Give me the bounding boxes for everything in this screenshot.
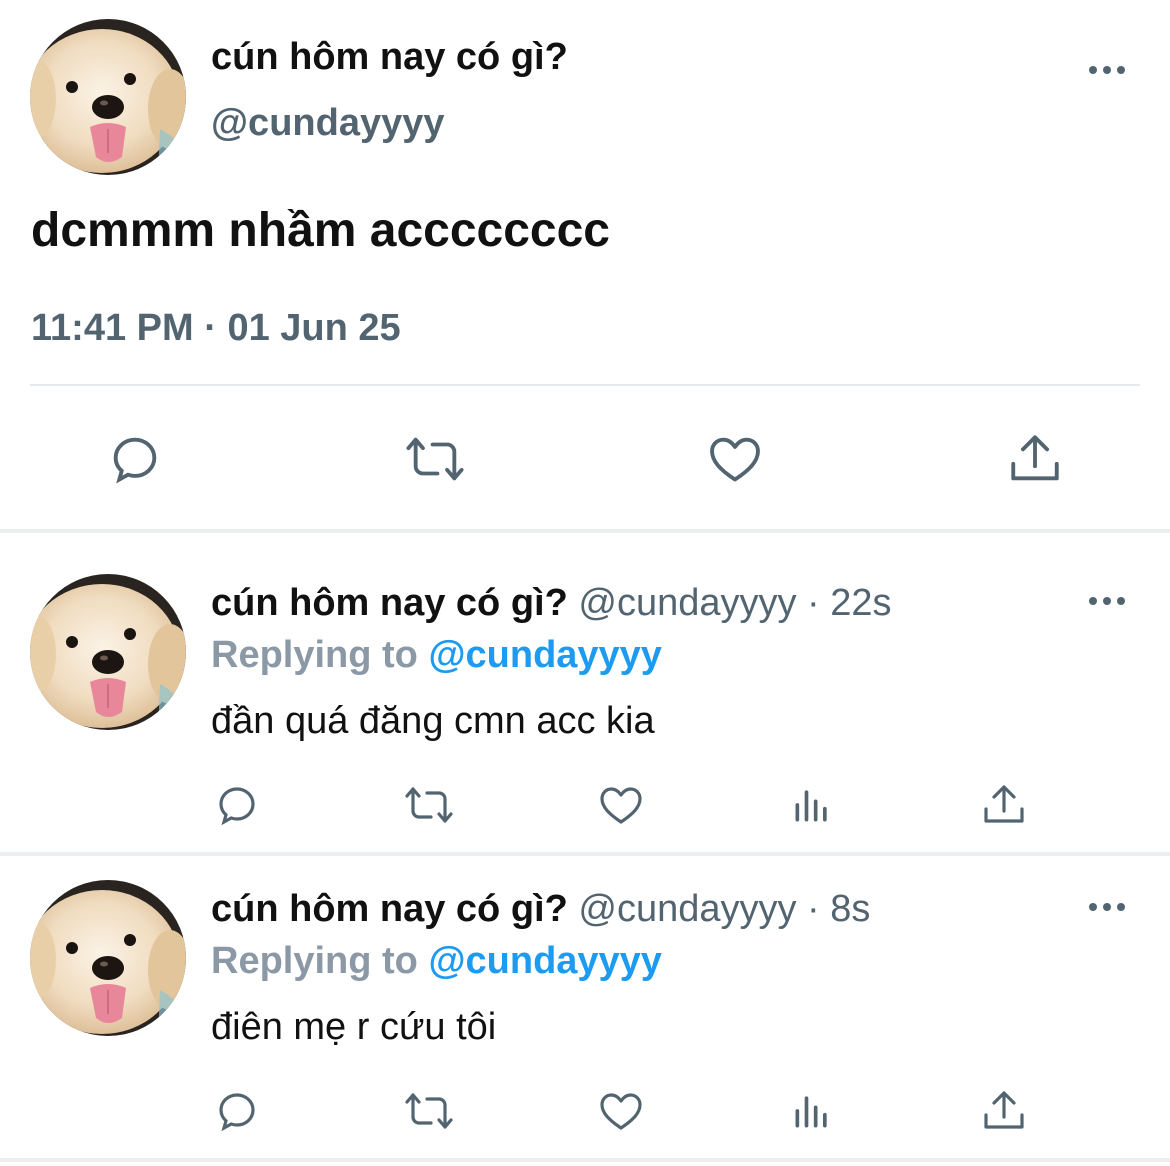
reply-button[interactable]: [213, 781, 261, 829]
reply-handle-time[interactable]: @cundayyyy · 8s: [568, 888, 870, 930]
reply-header: cún hôm nay có gì? @cundayyyy · 22s: [211, 582, 892, 625]
tweet-time: 11:41 PM: [31, 307, 194, 349]
tweet-timestamp[interactable]: 11:41 PM · 01 Jun 25: [31, 307, 401, 350]
share-button[interactable]: [980, 1087, 1028, 1135]
tweet-text: dcmmm nhầm acccccccc: [31, 204, 610, 257]
share-button[interactable]: [1006, 430, 1064, 488]
reply-mention-link[interactable]: @cundayyyy: [428, 940, 662, 982]
more-options-icon[interactable]: [1089, 597, 1125, 605]
like-button[interactable]: [705, 430, 765, 488]
more-options-icon[interactable]: [1089, 903, 1125, 911]
avatar[interactable]: [30, 880, 186, 1036]
views-button[interactable]: [790, 783, 834, 827]
reply-header: cún hôm nay có gì? @cundayyyy · 8s: [211, 888, 870, 931]
author-display-name[interactable]: cún hôm nay có gì?: [211, 36, 568, 79]
reply-button[interactable]: [106, 430, 164, 488]
reply-mention-link[interactable]: @cundayyyy: [428, 634, 662, 676]
share-button[interactable]: [980, 781, 1028, 829]
tweet-separator: [0, 1158, 1170, 1162]
heart-icon: [710, 437, 760, 482]
speech-bubble-icon: [219, 787, 255, 826]
bar-chart-icon: [795, 1096, 827, 1128]
like-button[interactable]: [596, 781, 646, 829]
reply-display-name[interactable]: cún hôm nay có gì?: [211, 582, 568, 624]
retweet-icon: [405, 787, 453, 823]
timestamp-separator: ·: [204, 307, 217, 349]
share-icon: [1011, 435, 1059, 481]
avatar[interactable]: [30, 19, 186, 175]
retweet-icon: [405, 1093, 453, 1129]
replying-label: Replying to: [211, 940, 429, 982]
replying-to: Replying to @cundayyyy: [211, 634, 662, 677]
divider: [30, 384, 1140, 386]
retweet-button[interactable]: [403, 430, 467, 488]
tweet-separator: [0, 852, 1170, 856]
replying-label: Replying to: [211, 634, 429, 676]
heart-icon: [600, 1093, 642, 1130]
views-button[interactable]: [790, 1089, 834, 1133]
tweet-date: 01 Jun 25: [227, 307, 401, 349]
retweet-button[interactable]: [402, 781, 456, 829]
avatar[interactable]: [30, 574, 186, 730]
reply-text: điên mẹ r cứu tôi: [211, 1006, 497, 1048]
reply-handle-time[interactable]: @cundayyyy · 22s: [568, 582, 891, 624]
more-options-icon[interactable]: [1089, 66, 1125, 74]
retweet-icon: [406, 437, 464, 481]
speech-bubble-icon: [113, 437, 157, 484]
retweet-button[interactable]: [402, 1087, 456, 1135]
reply-text: đần quá đăng cmn acc kia: [211, 700, 655, 742]
share-icon: [984, 785, 1024, 823]
author-handle[interactable]: @cundayyyy: [211, 102, 445, 145]
tweet-separator: [0, 529, 1170, 533]
reply-button[interactable]: [213, 1087, 261, 1135]
speech-bubble-icon: [219, 1093, 255, 1132]
bar-chart-icon: [795, 790, 827, 822]
reply-display-name[interactable]: cún hôm nay có gì?: [211, 888, 568, 930]
heart-icon: [600, 787, 642, 824]
replying-to: Replying to @cundayyyy: [211, 940, 662, 983]
share-icon: [984, 1091, 1024, 1129]
like-button[interactable]: [596, 1087, 646, 1135]
